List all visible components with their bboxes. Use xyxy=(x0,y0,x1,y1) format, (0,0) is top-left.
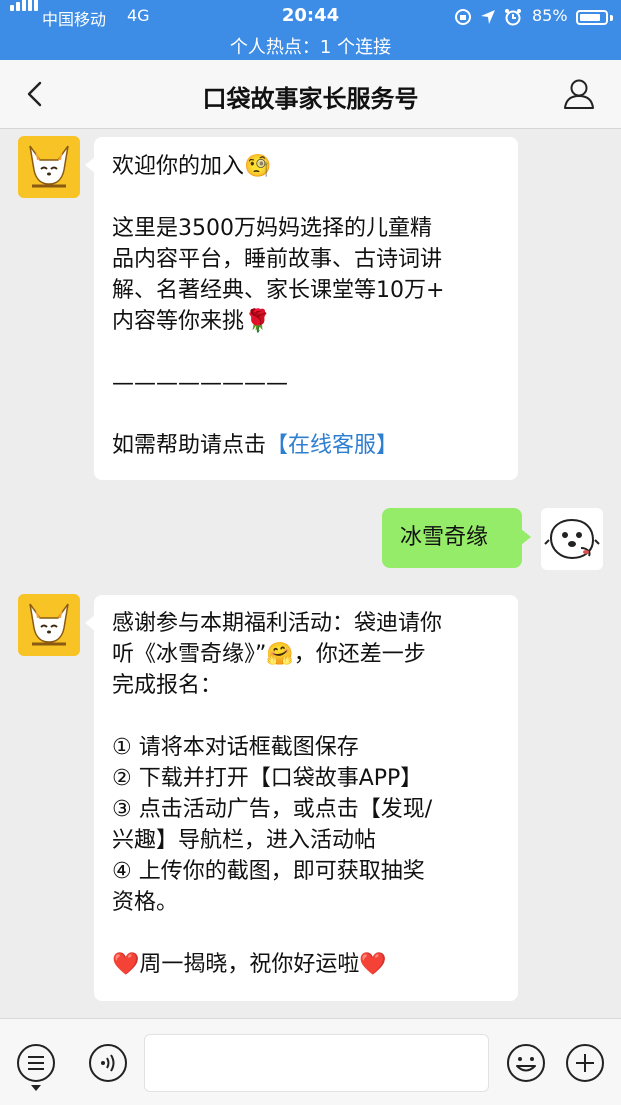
step-line: ③ 点击活动广告，或点击【发现/ xyxy=(112,797,433,822)
cartoon-face-icon xyxy=(544,518,600,560)
message-bubble-welcome[interactable]: 欢迎你的加入🧐 这里是3500万妈妈选择的儿童精 品内容平台，睡前故事、古诗词讲… xyxy=(85,137,518,480)
message-line: ❤️周一揭晓，祝你好运啦❤️ xyxy=(112,952,387,977)
nav-bar: 口袋故事家长服务号 xyxy=(0,60,621,129)
fox-logo-icon xyxy=(29,603,69,646)
help-prompt: 如需帮助请点击 xyxy=(112,433,267,458)
step-line: 兴趣】导航栏，进入活动帖 xyxy=(112,828,377,853)
message-text: 冰雪奇缘 xyxy=(400,525,489,550)
step-line: 资格。 xyxy=(112,890,179,915)
menu-list-icon[interactable] xyxy=(16,1043,56,1083)
message-input[interactable] xyxy=(144,1034,489,1092)
user-profile-icon[interactable] xyxy=(562,77,596,111)
service-avatar[interactable] xyxy=(18,136,80,198)
voice-icon[interactable] xyxy=(88,1043,128,1083)
divider-line: ———————— xyxy=(112,371,288,396)
fox-logo-icon xyxy=(29,145,69,188)
message-line: 解、名著经典、家长课堂等10万+ xyxy=(112,278,445,303)
message-line: 内容等你来挑🌹 xyxy=(112,309,272,334)
location-icon xyxy=(481,10,495,24)
message-line: 完成报名： xyxy=(112,673,223,698)
message-bubble-user[interactable]: 冰雪奇缘 xyxy=(382,508,531,568)
online-support-link[interactable]: 【在线客服】 xyxy=(266,433,398,458)
message-line: 品内容平台，睡前故事、古诗词讲 xyxy=(112,247,443,272)
caret-down-icon xyxy=(31,1085,41,1091)
message-line: 听《冰雪奇缘》”🤗，你还差一步 xyxy=(112,642,426,667)
message-line: 感谢参与本期福利活动：袋迪请你 xyxy=(112,611,443,636)
step-line: ② 下载并打开【口袋故事APP】 xyxy=(112,766,423,791)
step-line: ④ 上传你的截图，即可获取抽奖 xyxy=(112,859,425,884)
status-time: 20:44 xyxy=(281,5,340,26)
plus-icon[interactable] xyxy=(565,1043,605,1083)
page-title: 口袋故事家长服务号 xyxy=(202,85,419,113)
rotation-lock-icon xyxy=(455,9,471,25)
input-toolbar xyxy=(0,1018,621,1105)
message-bubble-activity[interactable]: 感谢参与本期福利活动：袋迪请你 听《冰雪奇缘》”🤗，你还差一步 完成报名： ① … xyxy=(85,595,518,1001)
emoji-icon[interactable] xyxy=(506,1043,546,1083)
battery-percent: 85% xyxy=(532,6,568,25)
status-bar: 中国移动 4G 20:44 85% 个人热点：1 个连接 xyxy=(0,0,621,60)
message-line: 这里是3500万妈妈选择的儿童精 xyxy=(112,216,432,241)
message-line: 欢迎你的加入🧐 xyxy=(112,154,272,179)
alarm-icon xyxy=(505,9,521,26)
user-avatar[interactable] xyxy=(541,508,603,570)
battery-icon xyxy=(576,10,608,25)
step-line: ① 请将本对话框截图保存 xyxy=(112,735,359,760)
hotspot-banner[interactable]: 个人热点：1 个连接 xyxy=(0,33,621,59)
service-avatar[interactable] xyxy=(18,594,80,656)
